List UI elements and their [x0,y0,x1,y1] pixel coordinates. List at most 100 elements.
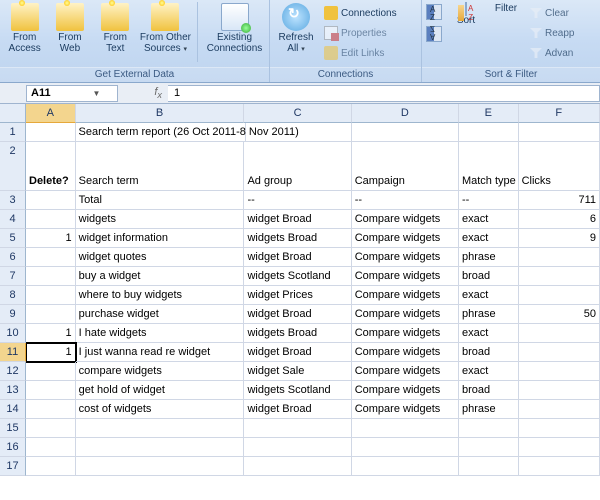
cell-B4[interactable]: widgets [76,210,245,229]
cell-D8[interactable]: Compare widgets [352,286,459,305]
cell-B5[interactable]: widget information [76,229,245,248]
from-access-button[interactable]: From Access [4,2,45,54]
cell-F14[interactable] [519,400,600,419]
cell-D16[interactable] [352,438,459,457]
filter-button[interactable]: Filter [488,2,524,14]
cell-E7[interactable]: broad [459,267,519,286]
advanced-filter-button[interactable]: Advan [528,44,576,62]
name-box[interactable]: A11 ▼ [26,85,118,102]
cell-F2[interactable]: Clicks [519,142,600,191]
row-header-7[interactable]: 7 [0,267,26,286]
cell-E4[interactable]: exact [459,210,519,229]
cell-D5[interactable]: Compare widgets [352,229,459,248]
cell-F13[interactable] [519,381,600,400]
cell-C12[interactable]: widget Sale [244,362,351,381]
cell-C15[interactable] [244,419,351,438]
cell-E8[interactable]: exact [459,286,519,305]
cell-F17[interactable] [519,457,600,476]
cell-B14[interactable]: cost of widgets [76,400,245,419]
sort-button[interactable]: Sort [448,2,484,26]
cell-E9[interactable]: phrase [459,305,519,324]
row-header-3[interactable]: 3 [0,191,26,210]
cell-D1[interactable] [352,123,459,142]
cell-C10[interactable]: widgets Broad [244,324,351,343]
cell-E10[interactable]: exact [459,324,519,343]
cell-A16[interactable] [26,438,76,457]
row-header-1[interactable]: 1 [0,123,26,142]
cell-A11[interactable]: 1 [26,343,76,362]
cell-C3[interactable]: -- [244,191,351,210]
cell-E13[interactable]: broad [459,381,519,400]
cell-C7[interactable]: widgets Scotland [244,267,351,286]
cell-D15[interactable] [352,419,459,438]
cell-D9[interactable]: Compare widgets [352,305,459,324]
cell-E12[interactable]: exact [459,362,519,381]
cell-D2[interactable]: Campaign [352,142,459,191]
cell-A12[interactable] [26,362,76,381]
connections-button[interactable]: Connections [322,4,399,22]
cell-D13[interactable]: Compare widgets [352,381,459,400]
cell-D17[interactable] [352,457,459,476]
cell-D12[interactable]: Compare widgets [352,362,459,381]
cell-B1[interactable]: Search term report (26 Oct 2011-8 Nov 20… [76,123,246,142]
cell-B3[interactable]: Total [76,191,245,210]
cell-C11[interactable]: widget Broad [244,343,351,362]
dropdown-icon[interactable]: ▼ [72,89,117,98]
cell-D11[interactable]: Compare widgets [352,343,459,362]
sort-desc-button[interactable] [426,26,442,42]
fx-icon[interactable]: fx [154,86,162,100]
row-header-6[interactable]: 6 [0,248,26,267]
cell-D3[interactable]: -- [352,191,459,210]
cell-F15[interactable] [519,419,600,438]
refresh-all-button[interactable]: Refresh All ▾ [274,2,318,55]
cell-C8[interactable]: widget Prices [244,286,351,305]
column-header-C[interactable]: C [244,104,351,123]
cell-E6[interactable]: phrase [459,248,519,267]
cell-D6[interactable]: Compare widgets [352,248,459,267]
row-header-11[interactable]: 11 [0,343,26,362]
cell-E16[interactable] [459,438,519,457]
select-all-corner[interactable] [0,104,26,123]
cell-A10[interactable]: 1 [26,324,76,343]
reapply-filter-button[interactable]: Reapp [528,24,576,42]
row-header-17[interactable]: 17 [0,457,26,476]
cell-C2[interactable]: Ad group [244,142,351,191]
row-header-2[interactable]: 2 [0,142,26,191]
edit-links-button[interactable]: Edit Links [322,44,399,62]
cell-F4[interactable]: 6 [519,210,600,229]
properties-button[interactable]: Properties [322,24,399,42]
cell-D7[interactable]: Compare widgets [352,267,459,286]
row-header-13[interactable]: 13 [0,381,26,400]
column-header-B[interactable]: B [76,104,245,123]
cell-B2[interactable]: Search term [76,142,245,191]
cell-B13[interactable]: get hold of widget [76,381,245,400]
column-header-E[interactable]: E [459,104,519,123]
cell-B7[interactable]: buy a widget [76,267,245,286]
cell-E15[interactable] [459,419,519,438]
cell-C17[interactable] [244,457,351,476]
cell-B17[interactable] [76,457,245,476]
cell-D14[interactable]: Compare widgets [352,400,459,419]
row-header-8[interactable]: 8 [0,286,26,305]
cell-A4[interactable] [26,210,76,229]
cell-B16[interactable] [76,438,245,457]
cell-D10[interactable]: Compare widgets [352,324,459,343]
cell-A14[interactable] [26,400,76,419]
formula-bar[interactable]: 1 [168,85,600,102]
cell-B12[interactable]: compare widgets [76,362,245,381]
cell-A5[interactable]: 1 [26,229,76,248]
existing-connections-button[interactable]: Existing Connections [204,2,265,54]
cell-C4[interactable]: widget Broad [244,210,351,229]
row-header-16[interactable]: 16 [0,438,26,457]
cell-C16[interactable] [244,438,351,457]
cell-F10[interactable] [519,324,600,343]
cell-F12[interactable] [519,362,600,381]
cell-E3[interactable]: -- [459,191,519,210]
cell-D4[interactable]: Compare widgets [352,210,459,229]
cell-E14[interactable]: phrase [459,400,519,419]
from-text-button[interactable]: From Text [95,2,136,54]
cell-E2[interactable]: Match type [459,142,519,191]
cell-A15[interactable] [26,419,76,438]
cell-C9[interactable]: widget Broad [244,305,351,324]
cell-E1[interactable] [459,123,518,142]
